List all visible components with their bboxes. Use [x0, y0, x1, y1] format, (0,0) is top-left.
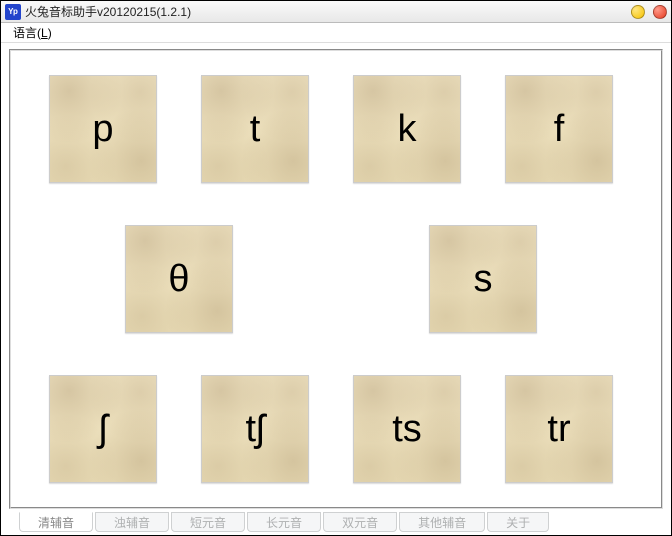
app-window: Yp 火兔音标助手v20120215(1.2.1) 语言(L) p t k f … [0, 0, 672, 536]
phoneme-symbol: tʃ [246, 410, 265, 448]
phoneme-symbol: k [398, 110, 417, 148]
phoneme-card[interactable]: θ [125, 225, 233, 333]
minimize-button[interactable] [631, 5, 645, 19]
phoneme-card[interactable]: p [49, 75, 157, 183]
phoneme-symbol: f [554, 110, 565, 148]
phoneme-card[interactable]: k [353, 75, 461, 183]
tab-other-consonants[interactable]: 其他辅音 [399, 512, 485, 532]
phoneme-card[interactable]: ʃ [49, 375, 157, 483]
phoneme-card[interactable]: ts [353, 375, 461, 483]
phoneme-symbol: ʃ [99, 410, 107, 448]
titlebar: Yp 火兔音标助手v20120215(1.2.1) [1, 1, 671, 23]
phoneme-symbol: tr [547, 410, 570, 448]
phoneme-card[interactable]: tʃ [201, 375, 309, 483]
menubar: 语言(L) [1, 23, 671, 43]
phoneme-symbol: s [474, 260, 493, 298]
phoneme-symbol: θ [168, 260, 189, 298]
close-button[interactable] [653, 5, 667, 19]
client-area: p t k f θ s ʃ tʃ ts tr 清辅音 浊辅音 短元音 长元音 [1, 43, 671, 535]
phoneme-card[interactable]: t [201, 75, 309, 183]
tab-about[interactable]: 关于 [487, 512, 549, 532]
phoneme-symbol: p [92, 110, 113, 148]
phoneme-symbol: ts [392, 410, 422, 448]
menu-language[interactable]: 语言(L) [7, 22, 58, 43]
card-panel: p t k f θ s ʃ tʃ ts tr [9, 49, 663, 509]
phoneme-symbol: t [250, 110, 261, 148]
phoneme-card[interactable]: tr [505, 375, 613, 483]
app-icon: Yp [5, 4, 21, 20]
tab-short-vowels[interactable]: 短元音 [171, 512, 245, 532]
menu-language-accel: L [41, 26, 48, 40]
menu-language-label: 语言 [13, 26, 37, 40]
window-title: 火兔音标助手v20120215(1.2.1) [25, 3, 623, 20]
tab-voiceless-consonants[interactable]: 清辅音 [19, 512, 93, 532]
tab-strip: 清辅音 浊辅音 短元音 长元音 双元音 其他辅音 关于 [9, 511, 663, 533]
phoneme-card[interactable]: f [505, 75, 613, 183]
tab-diphthongs[interactable]: 双元音 [323, 512, 397, 532]
tab-long-vowels[interactable]: 长元音 [247, 512, 321, 532]
tab-voiced-consonants[interactable]: 浊辅音 [95, 512, 169, 532]
phoneme-card[interactable]: s [429, 225, 537, 333]
